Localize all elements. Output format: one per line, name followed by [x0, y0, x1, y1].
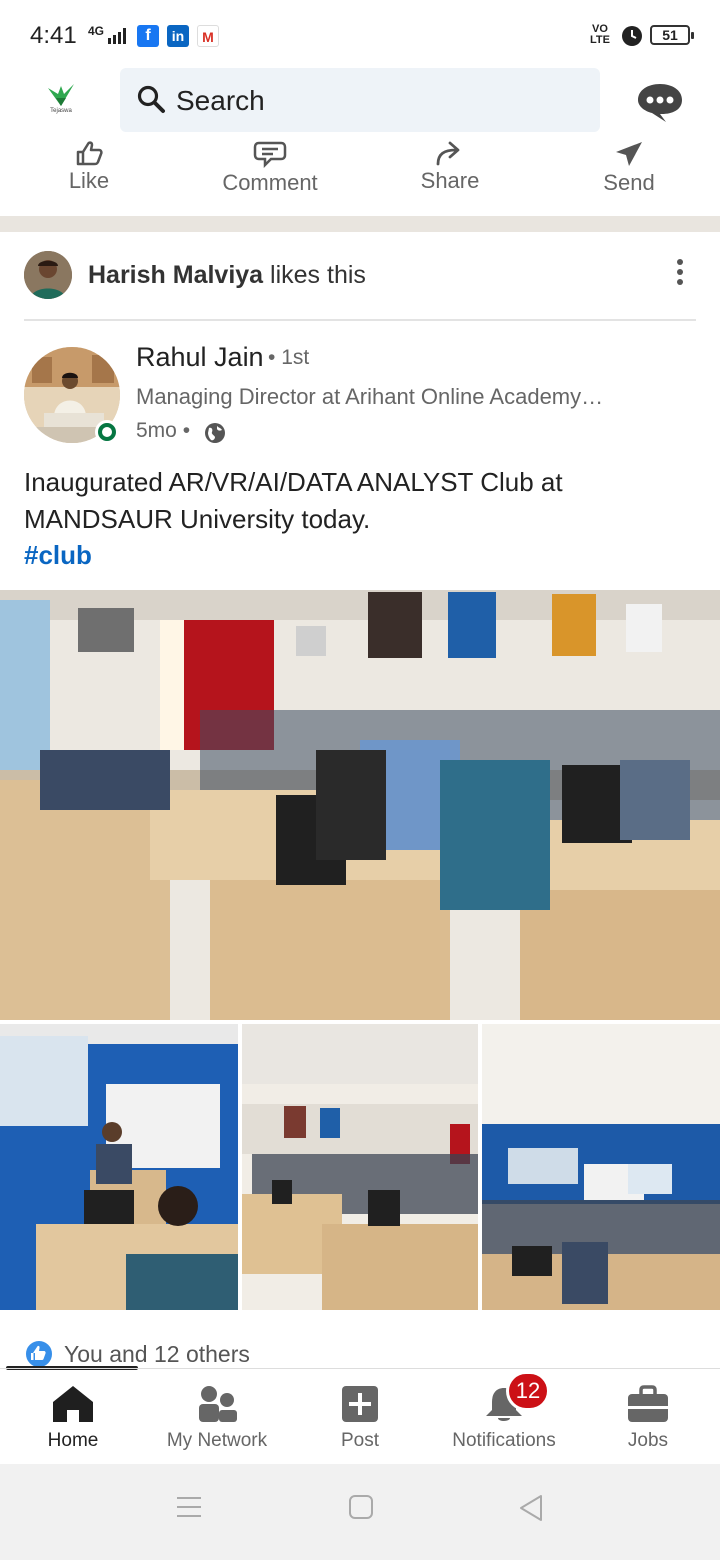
messaging-icon[interactable] — [636, 82, 684, 124]
send-icon — [616, 142, 642, 166]
nav-notifications[interactable]: Notifications — [432, 1384, 576, 1452]
volte-indicator: VO LTE — [590, 23, 610, 46]
system-navigation — [0, 1464, 720, 1560]
social-context-suffix: likes this — [270, 261, 366, 289]
notifications-badge: 12 — [506, 1371, 550, 1411]
gmail-icon: M — [197, 25, 219, 47]
menu-icon[interactable] — [176, 1494, 202, 1525]
search-input[interactable]: Search — [120, 68, 600, 132]
facebook-icon: f — [137, 25, 159, 47]
send-button[interactable]: Send — [559, 140, 699, 196]
back-icon[interactable] — [518, 1494, 544, 1527]
globe-icon — [205, 423, 225, 443]
logo-text: Tejaswa — [50, 108, 72, 114]
more-options-icon[interactable] — [670, 256, 690, 290]
reactions-count[interactable]: You and 12 others — [64, 1341, 250, 1368]
author-headline: Managing Director at Arihant Online Acad… — [136, 384, 604, 409]
author-name[interactable]: Rahul Jain — [136, 342, 264, 373]
share-button[interactable]: Share — [380, 140, 520, 194]
alarm-icon — [622, 26, 642, 46]
post-time: 5mo • — [136, 419, 191, 442]
home-icon — [53, 1386, 93, 1422]
nav-jobs[interactable]: Jobs — [576, 1384, 720, 1452]
card-rule — [24, 319, 696, 321]
connection-degree: • 1st — [268, 346, 310, 369]
comment-icon — [253, 141, 287, 168]
battery-icon: 51 — [650, 25, 694, 45]
hashtag-link[interactable]: #club — [24, 540, 92, 571]
post-image-main[interactable] — [0, 590, 720, 1020]
bottom-navigation: Home My Network Post Notifications Jobs — [0, 1370, 720, 1464]
social-context: Harish Malviya likes this — [88, 261, 366, 290]
like-icon — [76, 141, 103, 166]
like-button[interactable]: Like — [19, 140, 159, 194]
nav-post[interactable]: Post — [288, 1384, 432, 1452]
nav-border — [0, 1368, 720, 1369]
nav-my-network[interactable]: My Network — [145, 1384, 289, 1452]
comment-button[interactable]: Comment — [200, 140, 340, 196]
linkedin-icon: in — [167, 25, 189, 47]
nav-home[interactable]: Home — [1, 1384, 145, 1452]
signal-icon — [108, 28, 126, 44]
post-text: Inaugurated AR/VR/AI/DATA ANALYST Club a… — [24, 467, 563, 534]
post-image-2[interactable] — [0, 1024, 238, 1310]
search-placeholder: Search — [176, 85, 265, 116]
post-image-3[interactable] — [242, 1024, 478, 1310]
home-button-icon[interactable] — [348, 1494, 374, 1525]
liker-avatar[interactable] — [24, 251, 72, 299]
search-icon — [137, 85, 165, 113]
post-image-4[interactable] — [482, 1024, 720, 1310]
like-reaction-icon — [24, 1339, 54, 1369]
share-icon — [436, 141, 460, 166]
post-icon — [342, 1386, 378, 1422]
status-time: 4:41 — [30, 22, 77, 49]
online-status-icon — [95, 420, 119, 444]
network-type: 4G — [88, 24, 105, 38]
network-icon — [199, 1386, 237, 1422]
status-bar: 4:41 4G f in M VO LTE 51 — [0, 0, 720, 66]
briefcase-icon — [628, 1385, 668, 1422]
feed-divider — [0, 216, 720, 232]
previous-post-actions: Like Comment Share Send — [0, 140, 720, 216]
liker-name[interactable]: Harish Malviya — [88, 261, 263, 289]
